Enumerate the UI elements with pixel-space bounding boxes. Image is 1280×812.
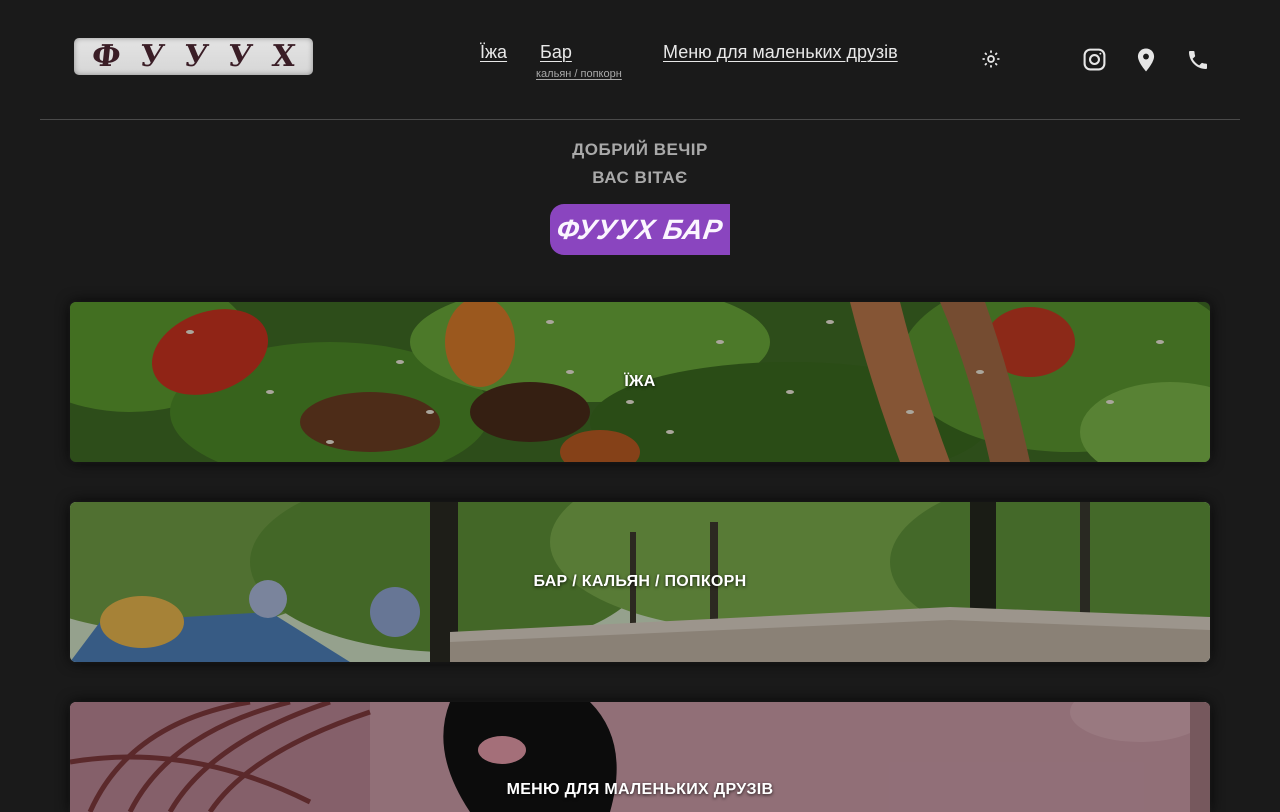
nav-link-food[interactable]: Їжа [480,42,507,63]
header-divider [40,119,1240,120]
instagram-icon[interactable] [1081,46,1107,72]
phone-icon[interactable] [1185,47,1211,73]
nav-link-kids[interactable]: Меню для маленьких друзів [663,42,898,63]
nav-sub-bar[interactable]: кальян / попкорн [536,68,622,80]
logo-letter: Ф [90,38,123,74]
menu-card-food[interactable]: ЇЖА [70,302,1210,462]
menu-card-label: ЇЖА [624,373,656,390]
brand-badge: ФУУУХ БАР [550,204,730,255]
menu-card-label: МЕНЮ ДЛЯ МАЛЕНЬКИХ ДРУЗІВ [506,781,774,798]
site-logo[interactable]: Ф У У У Х [74,38,313,75]
logo-letter: Х [270,38,298,74]
nav-link-bar[interactable]: Бар [540,42,572,63]
logo-letter: У [138,38,167,74]
greeting-line-2: ВАС ВІТАЄ [592,168,688,187]
logo-letter: У [182,38,211,74]
menu-card-kids[interactable]: МЕНЮ ДЛЯ МАЛЕНЬКИХ ДРУЗІВ [70,702,1210,812]
logo-letter: У [226,38,255,74]
location-pin-icon[interactable] [1134,46,1158,74]
menu-card-label: БАР / КАЛЬЯН / ПОПКОРН [533,573,747,590]
brand-name: ФУУУХ БАР [555,213,726,245]
site-header: Ф У У У Х Їжа Бар кальян / попкорн Меню … [0,0,1280,120]
greeting-line-1: ДОБРИЙ ВЕЧІР [572,140,708,159]
theme-toggle-icon[interactable] [979,47,1003,71]
menu-card-bar[interactable]: БАР / КАЛЬЯН / ПОПКОРН [70,502,1210,662]
